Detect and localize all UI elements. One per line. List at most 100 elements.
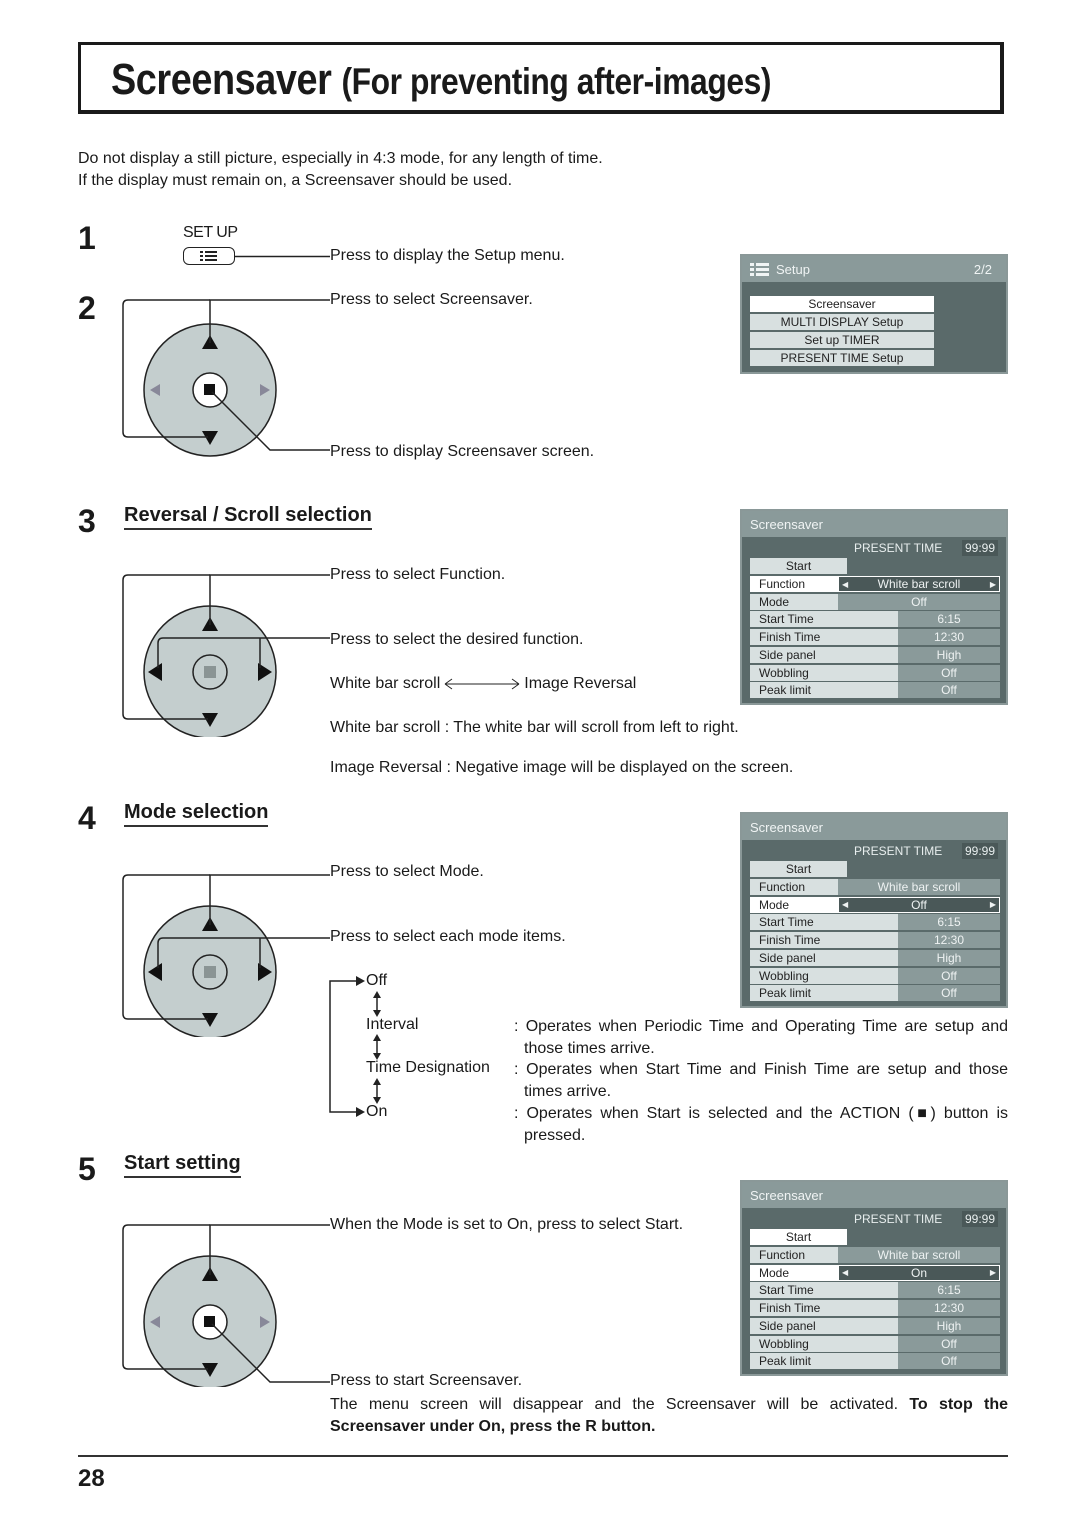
step5-start-text: Press to start Screensaver. bbox=[330, 1372, 523, 1389]
image-reversal-desc: Image Reversal : Negative image will be … bbox=[330, 759, 794, 776]
osd-title: Screensaver bbox=[750, 516, 823, 532]
start-button[interactable]: Start bbox=[750, 1229, 847, 1245]
section-heading-mode: Mode selection bbox=[124, 801, 269, 827]
setup-menu-header: Setup 2/2 bbox=[742, 256, 1006, 282]
row-label-side-panel[interactable]: Side panel bbox=[750, 949, 898, 966]
row-value-function: White bar scroll bbox=[838, 1247, 1000, 1263]
step-number-2: 2 bbox=[78, 290, 96, 326]
present-time-label: PRESENT TIME bbox=[854, 541, 943, 555]
left-arrow-icon[interactable]: ◀ bbox=[842, 580, 848, 589]
row-label-mode[interactable]: Mode bbox=[750, 1264, 838, 1281]
right-arrow-icon[interactable]: ▶ bbox=[990, 1268, 996, 1277]
row-value-wobbling: Off bbox=[898, 1335, 1000, 1352]
screensaver-menu-function: Screensaver PRESENT TIME 99:99 Start Functio… bbox=[740, 509, 1008, 705]
row-label-wobbling[interactable]: Wobbling bbox=[750, 1335, 898, 1352]
start-button[interactable]: Start bbox=[750, 861, 847, 877]
section-heading-reversal: Reversal / Scroll selection bbox=[124, 504, 372, 530]
up-down-arrow-icon bbox=[373, 1034, 381, 1060]
step-number-1: 1 bbox=[78, 220, 96, 256]
row-value-mode[interactable]: ◀ Off ▶ bbox=[838, 896, 1000, 913]
row-value-text: On bbox=[910, 1265, 927, 1280]
row-label-finish-time[interactable]: Finish Time bbox=[750, 1300, 898, 1317]
row-label-finish-time[interactable]: Finish Time bbox=[750, 932, 898, 949]
setup-item-timer[interactable]: Set up TIMER bbox=[750, 332, 934, 348]
leader-line bbox=[235, 255, 330, 258]
row-value-start-time: 6:15 bbox=[898, 611, 1000, 628]
setup-item-present-time[interactable]: PRESENT TIME Setup bbox=[750, 350, 934, 366]
mode-on-label: On bbox=[366, 1103, 388, 1120]
row-label-peak-limit[interactable]: Peak limit bbox=[750, 1353, 898, 1370]
setup-button-label: SET UP bbox=[183, 224, 238, 241]
row-value-finish-time: 12:30 bbox=[898, 1300, 1000, 1317]
start-button[interactable]: Start bbox=[750, 558, 847, 574]
remote-dpad-step2 bbox=[122, 299, 330, 457]
row-value-side-panel: High bbox=[898, 646, 1000, 663]
row-value-wobbling: Off bbox=[898, 967, 1000, 984]
mode-time-designation-desc: : Operates when Start Time and Finish Ti… bbox=[514, 1061, 1008, 1100]
step-number-3: 3 bbox=[78, 503, 96, 539]
remote-dpad-step4 bbox=[122, 874, 330, 1037]
row-value-start-time: 6:15 bbox=[898, 1282, 1000, 1299]
osd-header: Screensaver bbox=[742, 511, 1006, 537]
row-label-wobbling[interactable]: Wobbling bbox=[750, 967, 898, 984]
row-label-mode[interactable]: Mode bbox=[750, 593, 838, 610]
left-arrow-icon[interactable]: ◀ bbox=[842, 1268, 848, 1277]
row-value-function[interactable]: ◀ White bar scroll ▶ bbox=[838, 576, 1000, 592]
osd-title: Screensaver bbox=[750, 819, 823, 835]
osd-header: Screensaver bbox=[742, 814, 1006, 840]
present-time-value: 99:99 bbox=[962, 1211, 999, 1227]
remote-dpad-step3 bbox=[122, 574, 330, 737]
mode-off-label: Off bbox=[366, 972, 388, 989]
intro-line-2: If the display must remain on, a Screens… bbox=[78, 172, 513, 189]
row-label-function[interactable]: Function bbox=[750, 576, 838, 592]
step-number-5: 5 bbox=[78, 1151, 96, 1187]
row-label-function[interactable]: Function bbox=[750, 879, 838, 895]
row-value-function: White bar scroll bbox=[838, 879, 1000, 895]
row-value-text: Off bbox=[911, 897, 927, 912]
setup-item-screensaver[interactable]: Screensaver bbox=[750, 296, 934, 312]
row-value-start-time: 6:15 bbox=[898, 914, 1000, 931]
row-label-finish-time[interactable]: Finish Time bbox=[750, 629, 898, 646]
row-label-peak-limit[interactable]: Peak limit bbox=[750, 682, 898, 699]
row-value-mode: Off bbox=[838, 593, 1000, 610]
step3-desired-text: Press to select the desired function. bbox=[330, 631, 584, 648]
row-label-side-panel[interactable]: Side panel bbox=[750, 1317, 898, 1334]
present-time-label: PRESENT TIME bbox=[854, 1212, 943, 1226]
row-value-finish-time: 12:30 bbox=[898, 932, 1000, 949]
row-value-text: White bar scroll bbox=[877, 577, 961, 591]
setup-menu-title: Setup bbox=[776, 261, 810, 277]
right-arrow-icon[interactable]: ▶ bbox=[990, 580, 996, 589]
row-value-side-panel: High bbox=[898, 1317, 1000, 1334]
up-down-arrow-icon bbox=[373, 1078, 381, 1104]
title-main: Screensaver bbox=[111, 55, 332, 104]
setup-button[interactable] bbox=[183, 247, 235, 265]
left-arrow-icon[interactable]: ◀ bbox=[842, 900, 848, 909]
intro-line-1: Do not display a still picture, especial… bbox=[78, 150, 603, 167]
setup-item-multi-display[interactable]: MULTI DISPLAY Setup bbox=[750, 314, 934, 330]
white-bar-desc: White bar scroll : The white bar will sc… bbox=[330, 719, 739, 736]
page-number: 28 bbox=[78, 1465, 105, 1492]
osd-header: Screensaver bbox=[742, 1182, 1006, 1208]
row-label-start-time[interactable]: Start Time bbox=[750, 914, 898, 931]
row-label-start-time[interactable]: Start Time bbox=[750, 1282, 898, 1299]
step1-text: Press to display the Setup menu. bbox=[330, 247, 565, 264]
row-value-side-panel: High bbox=[898, 949, 1000, 966]
step4-select-text: Press to select Mode. bbox=[330, 863, 484, 880]
row-label-function[interactable]: Function bbox=[750, 1247, 838, 1263]
up-down-arrow-icon bbox=[373, 991, 381, 1017]
mode-time-designation-label: Time Designation bbox=[366, 1059, 490, 1076]
menu-list-icon bbox=[750, 262, 769, 276]
right-arrow-icon[interactable]: ▶ bbox=[990, 900, 996, 909]
row-label-start-time[interactable]: Start Time bbox=[750, 611, 898, 628]
row-value-mode[interactable]: ◀ On ▶ bbox=[838, 1264, 1000, 1281]
mode-on-desc: : Operates when Start is selected and th… bbox=[514, 1105, 1008, 1144]
row-label-peak-limit[interactable]: Peak limit bbox=[750, 985, 898, 1002]
step4-each-text: Press to select each mode items. bbox=[330, 928, 566, 945]
row-label-wobbling[interactable]: Wobbling bbox=[750, 664, 898, 681]
page-title: Screensaver (For preventing after-images… bbox=[111, 55, 771, 105]
row-label-mode[interactable]: Mode bbox=[750, 896, 838, 913]
present-time-value: 99:99 bbox=[962, 843, 999, 859]
row-value-finish-time: 12:30 bbox=[898, 629, 1000, 646]
row-label-side-panel[interactable]: Side panel bbox=[750, 646, 898, 663]
step5-note-normal: The menu screen will disappear and the S… bbox=[330, 1396, 910, 1413]
